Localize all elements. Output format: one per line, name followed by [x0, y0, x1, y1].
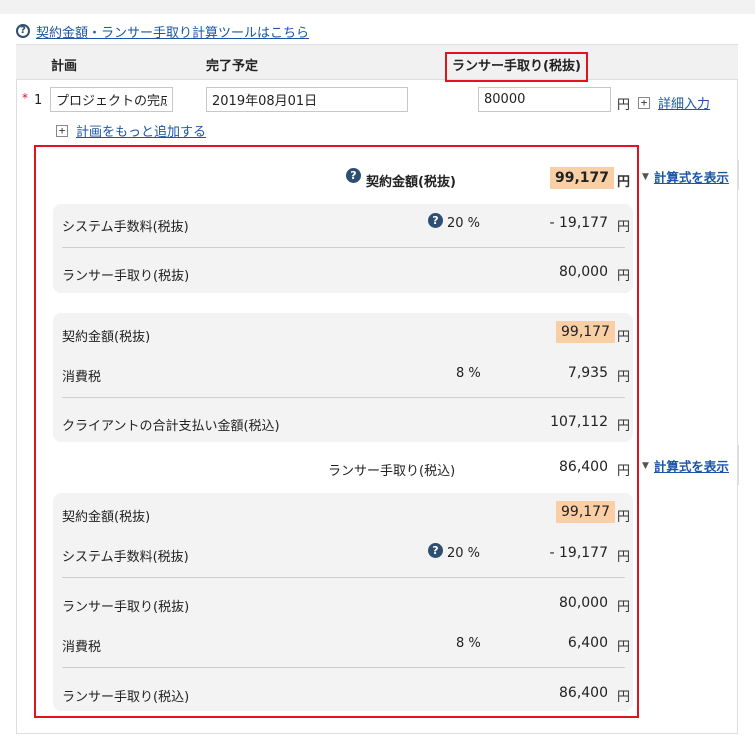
- triangle-down-icon: ▼: [642, 460, 649, 471]
- show-formula-toggle[interactable]: ▼ 計算式を表示: [642, 456, 729, 475]
- show-formula-toggle[interactable]: ▼ 計算式を表示: [642, 167, 729, 186]
- plus-square-icon: +: [638, 96, 650, 109]
- due-date-input[interactable]: [206, 87, 408, 112]
- panel-edge: [738, 445, 739, 485]
- question-circle-icon: ?: [16, 24, 30, 38]
- plus-square-icon: +: [56, 124, 68, 137]
- detail-input-toggle[interactable]: + 詳細入力: [638, 93, 710, 112]
- calc-tool-link[interactable]: 契約金額・ランサー手取り計算ツールはこちら: [36, 22, 309, 41]
- payout-amount-input[interactable]: [478, 87, 611, 112]
- header-due-date: 完了予定: [206, 59, 259, 74]
- calc-tool-link-row[interactable]: ? 契約金額・ランサー手取り計算ツールはこちら: [16, 22, 309, 41]
- annotation-box-header: [445, 52, 588, 82]
- add-plan-toggle[interactable]: + 計画をもっと追加する: [56, 121, 206, 140]
- add-plan-link[interactable]: 計画をもっと追加する: [76, 121, 206, 140]
- header-plan: 計画: [51, 59, 78, 74]
- show-formula-link[interactable]: 計算式を表示: [654, 167, 729, 186]
- amount-yen-unit: 円: [617, 98, 631, 113]
- top-band: [0, 0, 755, 14]
- triangle-down-icon: ▼: [642, 171, 649, 182]
- show-formula-link[interactable]: 計算式を表示: [654, 456, 729, 475]
- plan-name-input[interactable]: [50, 87, 173, 112]
- required-mark: *: [22, 91, 28, 105]
- table-header: 計画 完了予定 ランサー手取り(税抜): [16, 44, 738, 80]
- row-number: 1: [34, 93, 43, 108]
- detail-input-link[interactable]: 詳細入力: [658, 93, 710, 112]
- annotation-box-breakdown: [34, 145, 639, 718]
- panel-edge: [738, 160, 739, 190]
